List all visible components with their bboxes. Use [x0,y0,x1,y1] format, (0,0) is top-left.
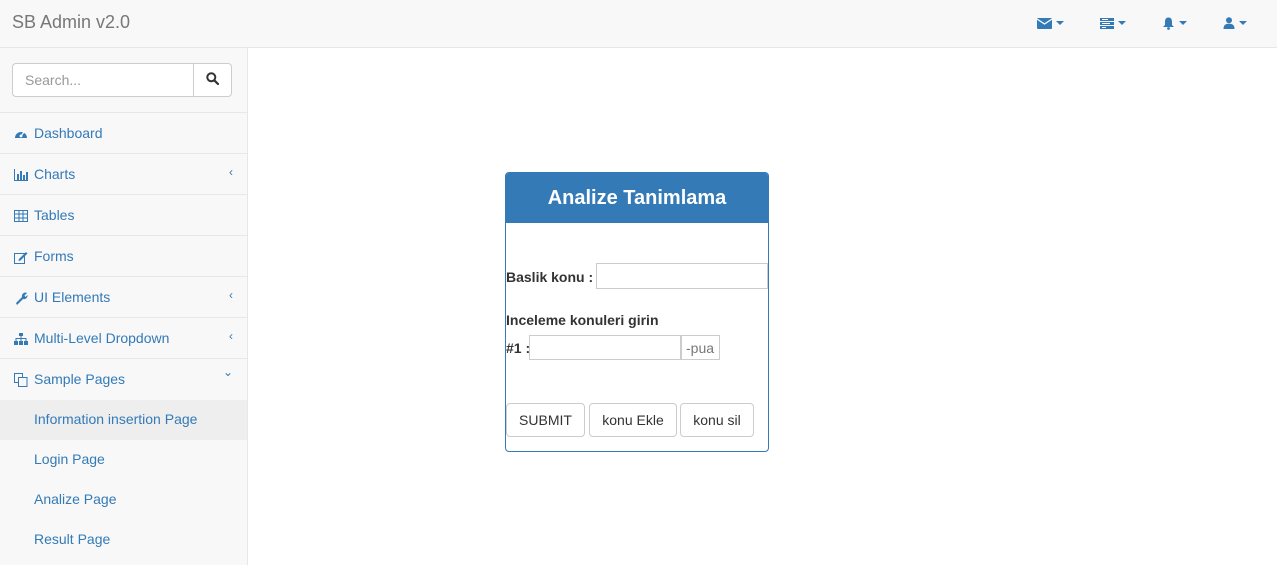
chevron-down-icon [1239,21,1247,25]
chevron-down-icon [1118,21,1126,25]
sidebar-item-sample-pages[interactable]: Sample Pages ⌄ [0,359,247,400]
search-button[interactable] [193,63,232,97]
sidebar-item-label: Forms [34,248,74,264]
chevron-down-icon [1056,21,1064,25]
brand-title[interactable]: SB Admin v2.0 [12,12,130,33]
submenu-item-label: Result Page [34,531,111,547]
sidebar-search [0,48,247,113]
chevron-down-icon [1179,21,1187,25]
wrench-icon [14,291,28,305]
submit-button[interactable]: SUBMIT [506,403,585,437]
add-topic-button[interactable]: konu Ekle [589,403,677,437]
edit-icon [14,250,28,264]
alerts-dropdown[interactable] [1162,17,1187,30]
sidebar: Dashboard Charts ‹ Tables Forms UI Eleme… [0,48,248,565]
sidebar-item-label: UI Elements [34,289,111,305]
sidebar-item-label: Charts [34,166,76,182]
chevron-left-icon: ‹ [229,288,233,302]
envelope-icon [1037,17,1052,29]
submenu-item-label: Information insertion Page [34,411,198,427]
top-navbar: SB Admin v2.0 [0,0,1277,48]
row1-points-input[interactable] [681,335,720,360]
sidebar-item-forms[interactable]: Forms [0,236,247,277]
submenu-item-information-insertion[interactable]: Information insertion Page [0,400,247,440]
chevron-left-icon: ‹ [229,329,233,343]
sidebar-item-label: Dashboard [34,125,103,141]
tasks-icon [1100,17,1114,29]
bar-chart-icon [14,168,28,182]
chevron-down-icon: ⌄ [222,365,233,379]
sitemap-icon [14,332,28,346]
user-dropdown[interactable] [1223,17,1247,29]
row1-topic-input[interactable] [529,335,681,360]
panel-title: Analize Tanimlama [506,173,768,223]
tasks-dropdown[interactable] [1100,17,1126,29]
sidebar-item-label: Multi-Level Dropdown [34,330,170,346]
submenu-item-result[interactable]: Result Page [0,520,247,560]
sample-pages-submenu: Information insertion Page Login Page An… [0,400,247,560]
sidebar-item-label: Tables [34,207,75,223]
files-icon [14,373,28,387]
delete-topic-button[interactable]: konu sil [680,403,754,437]
row1-label: #1 : [506,340,531,356]
submenu-item-analize[interactable]: Analize Page [0,480,247,520]
sidebar-item-ui-elements[interactable]: UI Elements ‹ [0,277,247,318]
search-icon [206,72,220,88]
inceleme-label: Inceleme konuleri girin [506,312,659,328]
user-icon [1223,17,1235,29]
dashboard-icon [14,127,28,141]
baslik-label: Baslik konu : [506,269,594,285]
sidebar-item-charts[interactable]: Charts ‹ [0,154,247,195]
chevron-left-icon: ‹ [229,165,233,179]
sidebar-item-label: Sample Pages [34,371,126,387]
submenu-item-label: Analize Page [34,491,117,507]
bell-icon [1162,17,1175,30]
analize-form-panel: Analize Tanimlama Baslik konu : Inceleme… [505,172,769,452]
baslik-input[interactable] [596,263,768,289]
messages-dropdown[interactable] [1037,17,1064,29]
navbar-icons [1001,0,1247,46]
submenu-item-label: Login Page [34,451,105,467]
submenu-item-login[interactable]: Login Page [0,440,247,480]
search-input[interactable] [12,63,194,97]
sidebar-item-dashboard[interactable]: Dashboard [0,113,247,154]
table-icon [14,209,28,223]
sidebar-item-multi-level-dropdown[interactable]: Multi-Level Dropdown ‹ [0,318,247,359]
sidebar-item-tables[interactable]: Tables [0,195,247,236]
